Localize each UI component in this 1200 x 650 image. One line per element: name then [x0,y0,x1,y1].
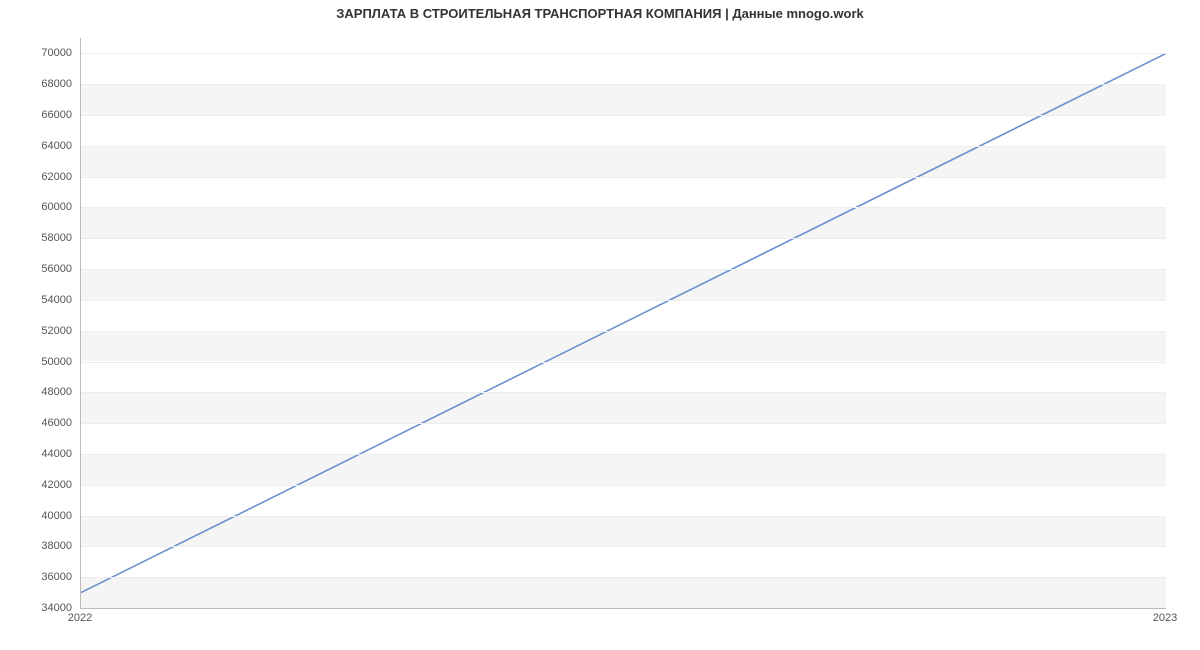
y-tick-label: 52000 [12,325,72,337]
grid-line [81,485,1166,486]
line-series [81,38,1166,608]
grid-line [81,53,1166,54]
y-tick-label: 58000 [12,232,72,244]
x-tick-label: 2023 [1153,612,1177,624]
y-tick-label: 70000 [12,47,72,59]
y-tick-label: 66000 [12,109,72,121]
grid-line [81,577,1166,578]
y-tick-label: 42000 [12,479,72,491]
y-tick-label: 62000 [12,171,72,183]
y-tick-label: 36000 [12,571,72,583]
y-tick-label: 38000 [12,540,72,552]
plot-area [80,38,1166,609]
grid-line [81,300,1166,301]
y-tick-label: 46000 [12,417,72,429]
grid-line [81,177,1166,178]
x-tick-label: 2022 [68,612,92,624]
y-tick-label: 54000 [12,294,72,306]
grid-line [81,331,1166,332]
data-line [81,53,1166,592]
grid-line [81,238,1166,239]
grid-line [81,516,1166,517]
grid-line [81,84,1166,85]
grid-line [81,546,1166,547]
grid-line [81,454,1166,455]
y-tick-label: 60000 [12,201,72,213]
grid-line [81,392,1166,393]
y-tick-label: 40000 [12,510,72,522]
grid-line [81,269,1166,270]
y-tick-label: 48000 [12,386,72,398]
grid-line [81,207,1166,208]
y-tick-label: 56000 [12,263,72,275]
y-tick-label: 68000 [12,78,72,90]
grid-line [81,146,1166,147]
grid-line [81,362,1166,363]
y-tick-label: 34000 [12,602,72,614]
y-tick-label: 44000 [12,448,72,460]
y-tick-label: 64000 [12,140,72,152]
chart-title: ЗАРПЛАТА В СТРОИТЕЛЬНАЯ ТРАНСПОРТНАЯ КОМ… [0,6,1200,21]
y-tick-label: 50000 [12,356,72,368]
grid-line [81,423,1166,424]
chart-container: ЗАРПЛАТА В СТРОИТЕЛЬНАЯ ТРАНСПОРТНАЯ КОМ… [0,0,1200,650]
grid-line [81,115,1166,116]
